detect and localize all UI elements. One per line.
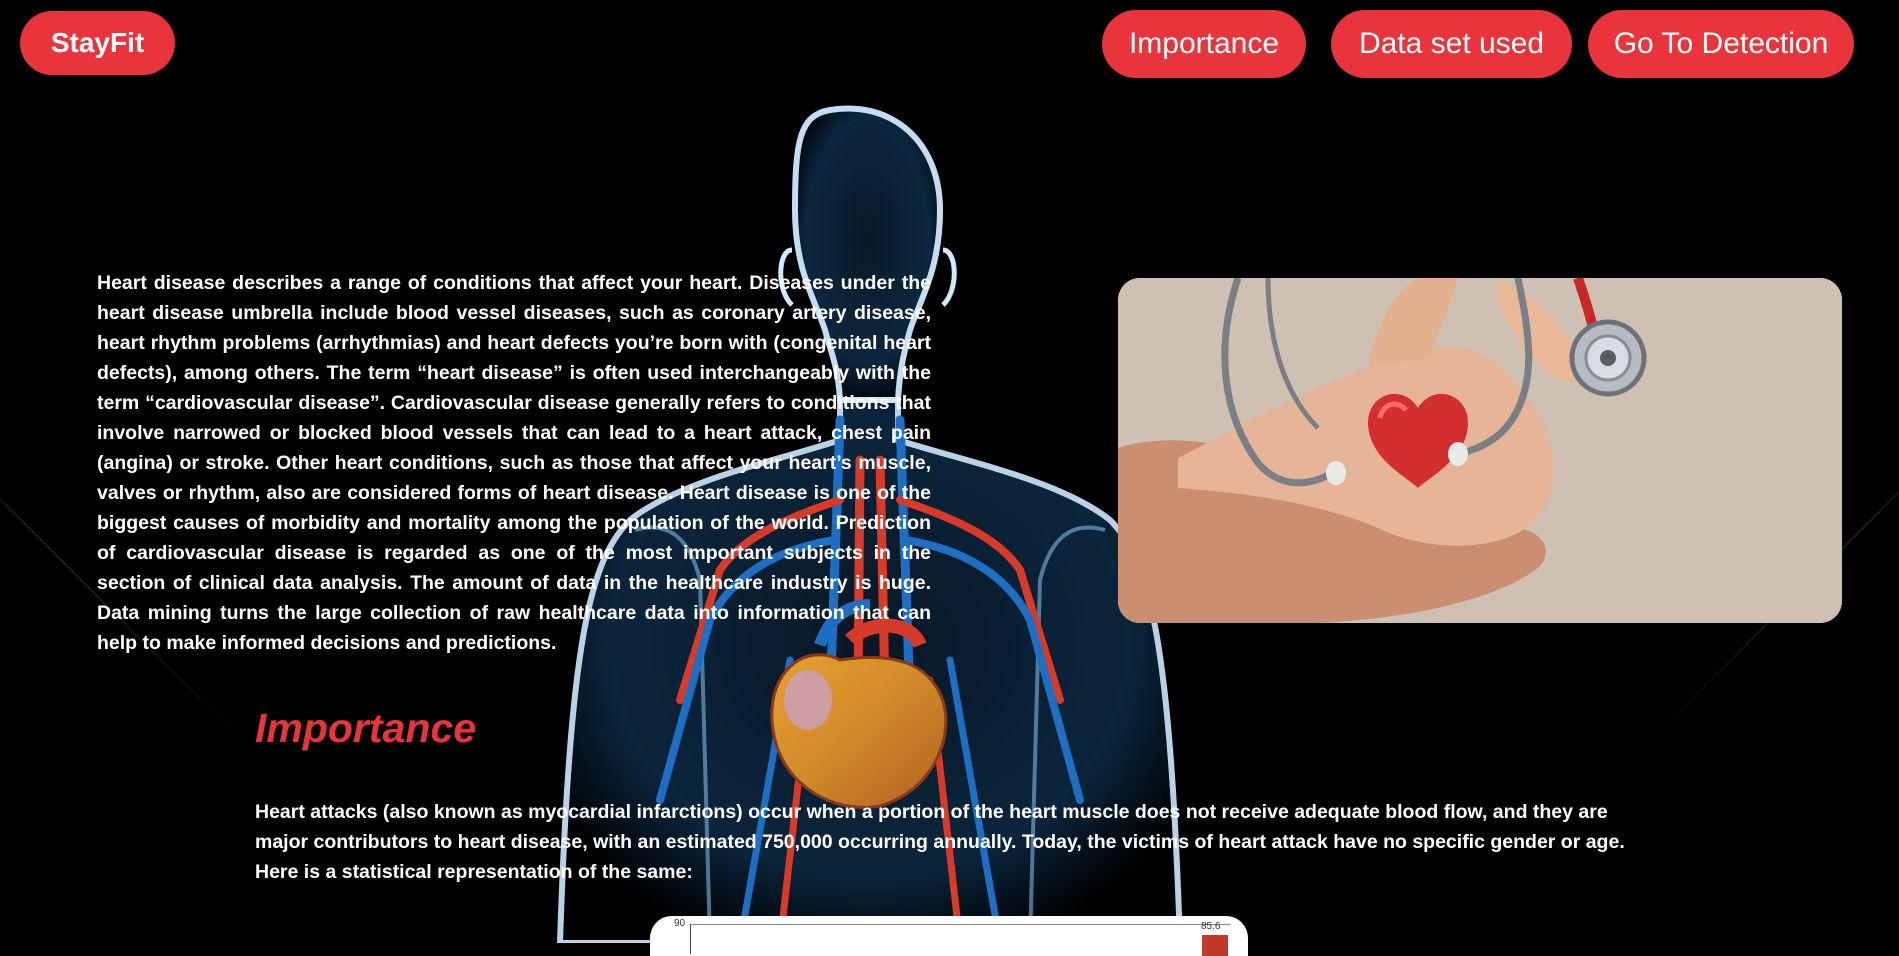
intro-paragraph: Heart disease describes a range of condi… (97, 272, 931, 654)
nav-dataset-button[interactable]: Data set used (1331, 10, 1572, 78)
hands-holding-heart-stethoscope-image (1118, 278, 1842, 623)
chart-gridline (690, 924, 1230, 925)
nav-go-to-detection-button[interactable]: Go To Detection (1588, 10, 1854, 78)
importance-heading: Importance (255, 705, 476, 751)
heart-attack-statistics-chart: 90 85.6 (650, 916, 1248, 956)
nav-importance-button[interactable]: Importance (1102, 10, 1306, 78)
importance-paragraph: Heart attacks (also known as myocardial … (255, 801, 1625, 883)
brand-logo-stayfit[interactable]: StayFit (20, 11, 175, 75)
chart-y-tick-label: 90 (674, 918, 686, 929)
chart-bar (1202, 935, 1228, 956)
chart-y-axis (690, 924, 691, 954)
chart-bar-value-label: 85.6 (1201, 921, 1221, 932)
